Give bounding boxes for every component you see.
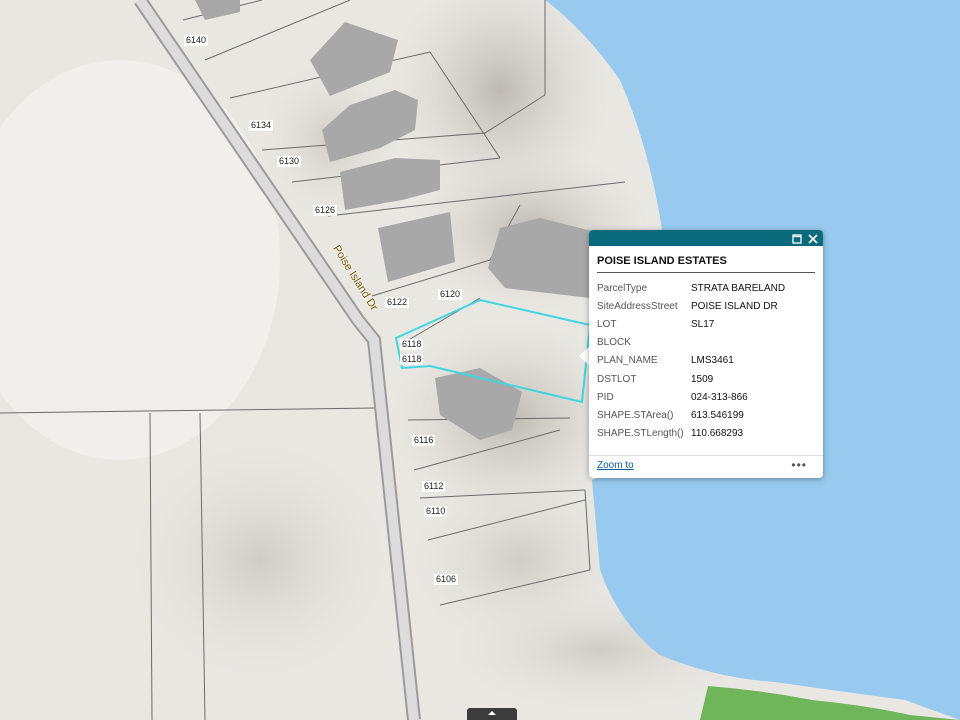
address-label: 6134: [249, 120, 274, 131]
attribute-value: 110.668293: [691, 428, 744, 440]
address-label: 6118: [400, 354, 424, 365]
attribute-name: PID: [597, 391, 614, 403]
attribute-row: SiteAddressStreet POISE ISLAND DR: [597, 297, 785, 315]
maximize-icon[interactable]: [791, 232, 803, 244]
address-label: 6130: [277, 156, 302, 167]
attribute-row: BLOCK: [597, 334, 785, 352]
attribute-name: ParcelType: [597, 282, 648, 294]
attribute-value: SL17: [691, 318, 715, 330]
attribute-name: SHAPE.STArea(): [597, 409, 674, 421]
address-label: 6126: [313, 205, 338, 216]
attribute-row: PID 024-313-866: [597, 388, 785, 406]
attribute-row: LOT SL17: [597, 315, 785, 333]
address-label: 6120: [438, 289, 463, 300]
address-label: 6106: [434, 574, 459, 585]
info-popup: POISE ISLAND ESTATES ParcelType STRATA BA…: [589, 230, 823, 478]
attribute-value: 1509: [691, 373, 714, 385]
attribute-row: ParcelType STRATA BARELAND: [597, 279, 785, 297]
attribute-value: 613.546199: [691, 409, 744, 421]
attribute-table: ParcelType STRATA BARELAND SiteAddressStr…: [597, 279, 785, 443]
expand-panel-button[interactable]: [467, 708, 517, 720]
attribute-row: DSTLOT 1509: [597, 370, 785, 388]
attribute-value: LMS3461: [691, 355, 734, 367]
popup-footer: Zoom to •••: [589, 455, 823, 478]
address-label: 6118: [400, 339, 424, 350]
zoom-to-link[interactable]: Zoom to: [597, 460, 634, 471]
close-icon[interactable]: [807, 232, 819, 244]
attribute-value: STRATA BARELAND: [691, 282, 786, 294]
popup-title: POISE ISLAND ESTATES: [597, 255, 815, 273]
address-label: 6110: [424, 506, 448, 517]
attribute-row: SHAPE.STLength() 110.668293: [597, 425, 785, 443]
attribute-name: PLAN_NAME: [597, 355, 658, 367]
attribute-value: 024-313-866: [691, 391, 748, 403]
attribute-value: POISE ISLAND DR: [691, 300, 778, 312]
attribute-row: SHAPE.STArea() 613.546199: [597, 406, 785, 424]
attribute-row: PLAN_NAME LMS3461: [597, 352, 785, 370]
address-label: 6140: [184, 35, 209, 46]
popup-header-bar: [589, 230, 823, 246]
attribute-name: LOT: [597, 318, 617, 330]
address-label: 6112: [422, 481, 446, 492]
chevron-up-icon: [488, 711, 496, 715]
attribute-name: SHAPE.STLength(): [597, 428, 684, 440]
attribute-name: SiteAddressStreet: [597, 300, 678, 312]
address-label: 6116: [412, 435, 436, 446]
address-label: 6122: [385, 297, 410, 308]
attribute-name: BLOCK: [597, 337, 631, 349]
attribute-name: DSTLOT: [597, 373, 637, 385]
more-icon[interactable]: •••: [791, 459, 807, 471]
attribute-value: [691, 334, 785, 352]
